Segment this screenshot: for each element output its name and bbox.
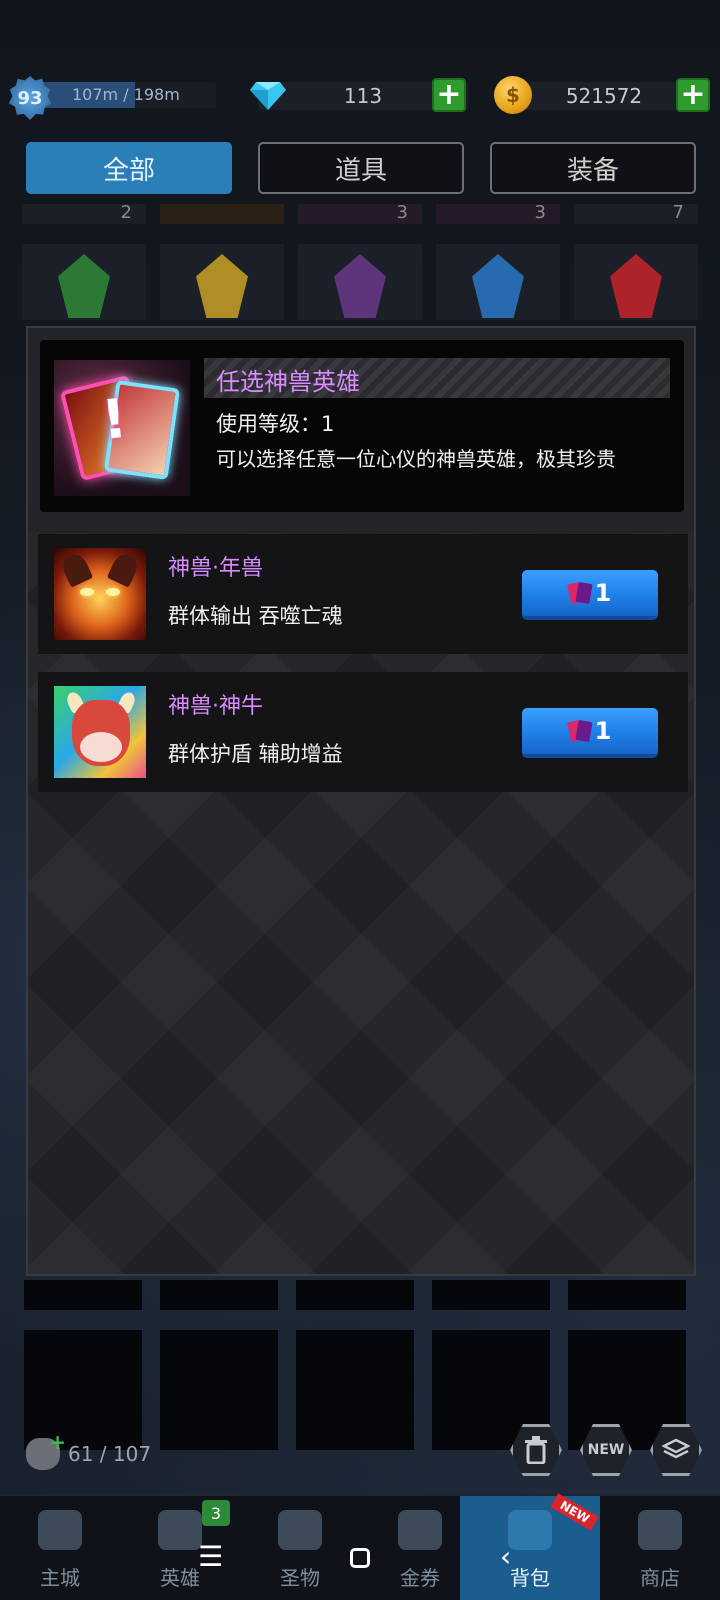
eye-icon xyxy=(106,588,120,596)
item-level-requirement: 使用等级：1 xyxy=(216,412,335,436)
inventory-slot[interactable] xyxy=(568,1280,686,1310)
new-ribbon: NEW xyxy=(549,1493,599,1531)
inventory-slot[interactable]: 7 xyxy=(574,202,698,224)
inventory-slot[interactable] xyxy=(436,244,560,320)
hero-name: 神兽·年兽 xyxy=(168,556,263,581)
item-title: 任选神兽英雄 xyxy=(216,368,360,396)
hero-skills: 群体护盾 辅助增益 xyxy=(168,742,343,766)
layers-icon xyxy=(662,1438,690,1459)
tab-items[interactable]: 道具 xyxy=(258,142,464,194)
bag-capacity-text: 61 / 107 xyxy=(68,1442,152,1466)
hero-cards-item-image: ! xyxy=(54,360,190,496)
yellow-gem-icon xyxy=(196,254,248,318)
hero-option-row[interactable]: 神兽·神牛 群体护盾 辅助增益 1 xyxy=(38,672,688,792)
coin-icon: $ xyxy=(494,76,532,114)
green-gem-icon xyxy=(58,254,110,318)
tab-all[interactable]: 全部 xyxy=(26,142,232,194)
tab-equipment[interactable]: 装备 xyxy=(490,142,696,194)
exp-progress-bar: 107m / 198m xyxy=(40,82,216,108)
inventory-slot[interactable] xyxy=(574,244,698,320)
plus-icon: + xyxy=(436,77,462,112)
item-count: 3 xyxy=(396,202,408,223)
hero-skills: 群体输出 吞噬亡魂 xyxy=(168,604,343,628)
item-count: 2 xyxy=(120,202,132,223)
red-gem-icon xyxy=(610,254,662,318)
trash-icon xyxy=(525,1436,547,1464)
purple-gem-icon xyxy=(334,254,386,318)
inventory-slot[interactable]: 3 xyxy=(436,202,560,224)
inventory-slot[interactable] xyxy=(22,244,146,320)
item-count: 3 xyxy=(534,202,546,223)
menu-icon[interactable]: ☰ xyxy=(198,1540,223,1573)
select-hero-button[interactable]: 1 xyxy=(522,570,658,620)
new-label: NEW xyxy=(587,1442,625,1458)
plus-icon: + xyxy=(680,77,706,112)
add-gems-button[interactable]: + xyxy=(432,78,466,112)
home-icon[interactable] xyxy=(350,1548,370,1568)
cost-amount: 1 xyxy=(594,717,612,745)
select-hero-button[interactable]: 1 xyxy=(522,708,658,758)
bag-capacity[interactable]: 61 / 107 xyxy=(26,1430,152,1470)
hero-selection-panel: ! 任选神兽英雄 使用等级：1 可以选择任意一位心仪的神兽英雄，极其珍贵 神兽·… xyxy=(26,326,696,1276)
hero-option-row[interactable]: 神兽·年兽 群体输出 吞噬亡魂 1 xyxy=(38,534,688,654)
inventory-slot[interactable] xyxy=(432,1280,550,1310)
inventory-slot[interactable] xyxy=(160,244,284,320)
item-count: 7 xyxy=(672,202,684,223)
inventory-slot[interactable] xyxy=(296,1330,414,1450)
divine-ox-portrait xyxy=(54,686,146,778)
resource-bar: 93 107m / 198m 113 + $ 521572 + xyxy=(0,74,720,120)
hero-card-ticket-icon xyxy=(566,581,593,605)
cost-amount: 1 xyxy=(594,579,612,607)
add-coins-button[interactable]: + xyxy=(676,78,710,112)
horn-icon xyxy=(58,550,94,588)
item-description: 可以选择任意一位心仪的神兽英雄，极其珍贵 xyxy=(216,447,616,471)
inventory-slot[interactable] xyxy=(160,1280,278,1310)
bag-expand-icon xyxy=(26,1430,66,1470)
inventory-slot[interactable] xyxy=(160,204,284,224)
nian-beast-portrait xyxy=(54,548,146,640)
exp-text: 107m / 198m xyxy=(72,85,180,104)
system-navigation-bar: ☰ ‹ xyxy=(0,1540,720,1580)
inventory-slot[interactable] xyxy=(298,244,422,320)
blue-gem-icon xyxy=(472,254,524,318)
inventory-slot[interactable] xyxy=(160,1330,278,1450)
eye-icon xyxy=(80,588,94,596)
inventory-slot[interactable] xyxy=(24,1330,142,1450)
inventory-slot[interactable] xyxy=(296,1280,414,1310)
ox-snout xyxy=(80,732,122,762)
notification-badge: 3 xyxy=(202,1500,230,1526)
inventory-slot[interactable] xyxy=(24,1280,142,1310)
inventory-slot[interactable]: 2 xyxy=(22,202,146,224)
back-icon[interactable]: ‹ xyxy=(500,1540,511,1573)
diamond-icon xyxy=(250,82,286,110)
hero-card-ticket-icon xyxy=(566,719,593,743)
hero-name: 神兽·神牛 xyxy=(168,694,263,719)
item-detail-card: ! 任选神兽英雄 使用等级：1 可以选择任意一位心仪的神兽英雄，极其珍贵 xyxy=(40,340,684,512)
inventory-slot[interactable]: 3 xyxy=(298,202,422,224)
horn-icon xyxy=(106,550,142,588)
